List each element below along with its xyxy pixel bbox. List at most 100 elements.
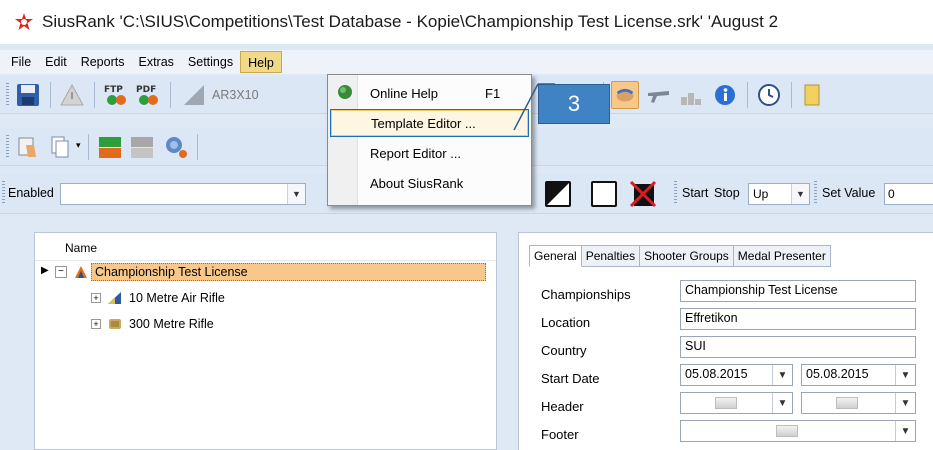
direction-value: Up bbox=[753, 187, 769, 201]
ar3x10-label: AR3X10 bbox=[212, 88, 259, 102]
chevron-down-icon[interactable]: ▼ bbox=[287, 184, 305, 204]
pdf-export-icon[interactable]: PDF bbox=[134, 81, 162, 109]
location-label: Location bbox=[541, 315, 591, 330]
window-title: SiusRank 'C:\SIUS\Competitions\Test Data… bbox=[42, 12, 779, 31]
callout-number: 3 bbox=[567, 91, 581, 116]
chevron-down-icon[interactable]: ▼ bbox=[895, 421, 915, 441]
tree-row-root[interactable]: − Championship Test License bbox=[55, 262, 486, 282]
tab-general[interactable]: General bbox=[529, 245, 582, 267]
menu-settings[interactable]: Settings bbox=[181, 51, 240, 73]
toolbar-grip[interactable] bbox=[814, 181, 817, 205]
tree-row-child[interactable]: + 300 Metre Rifle bbox=[91, 314, 214, 334]
toolbar-grip[interactable] bbox=[2, 181, 5, 205]
tree-column-header: Name bbox=[65, 241, 98, 255]
menu-help[interactable]: Help bbox=[240, 51, 282, 73]
menu-file[interactable]: File bbox=[4, 51, 38, 73]
details-tabs: General Penalties Shooter Groups Medal P… bbox=[529, 245, 831, 267]
globe-help-icon bbox=[338, 85, 352, 99]
shooters-gray-icon[interactable] bbox=[128, 133, 156, 161]
info-icon[interactable] bbox=[711, 81, 739, 109]
menu-bar: File Edit Reports Extras Settings Help bbox=[0, 50, 933, 74]
start-button[interactable]: Start bbox=[682, 186, 708, 200]
header-label: Header bbox=[541, 399, 584, 414]
copy-page-icon[interactable] bbox=[46, 133, 74, 161]
toolbar-separator bbox=[197, 134, 198, 160]
chevron-down-icon[interactable]: ▼ bbox=[791, 184, 809, 204]
tree-root-label[interactable]: Championship Test License bbox=[91, 263, 486, 281]
championships-value: Championship Test License bbox=[685, 283, 838, 297]
menu-reports[interactable]: Reports bbox=[74, 51, 132, 73]
stop-button[interactable]: Stop bbox=[714, 186, 740, 200]
chevron-down-icon[interactable]: ▼ bbox=[895, 365, 915, 385]
warning-icon[interactable] bbox=[58, 81, 86, 109]
search-target-icon[interactable] bbox=[162, 133, 190, 161]
enabled-combo[interactable]: ▼ bbox=[60, 183, 306, 205]
clock-icon[interactable] bbox=[755, 81, 783, 109]
svg-text:FTP: FTP bbox=[104, 85, 123, 95]
tree-child-label[interactable]: 10 Metre Air Rifle bbox=[129, 291, 225, 305]
shooters-group-icon[interactable] bbox=[96, 133, 124, 161]
air-rifle-icon bbox=[108, 292, 121, 304]
menu-item-report-editor[interactable]: Report Editor ... bbox=[330, 139, 529, 167]
toolbar-separator bbox=[791, 82, 792, 108]
expand-icon[interactable]: + bbox=[91, 319, 101, 329]
menu-edit[interactable]: Edit bbox=[38, 51, 74, 73]
half-square-icon[interactable] bbox=[545, 181, 571, 207]
championships-field[interactable]: Championship Test License bbox=[680, 280, 916, 302]
toolbar-grip[interactable] bbox=[6, 135, 9, 159]
country-label: Country bbox=[541, 343, 587, 358]
current-row-arrow-icon: ▶ bbox=[41, 265, 49, 276]
tree-child-label[interactable]: 300 Metre Rifle bbox=[129, 317, 214, 331]
championship-icon bbox=[75, 266, 87, 278]
handshake-icon[interactable] bbox=[611, 81, 639, 109]
notes-icon[interactable] bbox=[799, 81, 827, 109]
title-bar: SiusRank 'C:\SIUS\Competitions\Test Data… bbox=[0, 0, 933, 44]
toolbar-separator bbox=[747, 82, 748, 108]
set-value-input[interactable]: 0 bbox=[884, 183, 933, 205]
chevron-down-icon[interactable]: ▼ bbox=[772, 365, 792, 385]
country-field[interactable]: SUI bbox=[680, 336, 916, 358]
menu-item-about[interactable]: About SiusRank bbox=[330, 169, 529, 197]
toolbar-grip[interactable] bbox=[6, 83, 9, 107]
ranking-icon[interactable] bbox=[677, 81, 705, 109]
tab-shooter-groups[interactable]: Shooter Groups bbox=[640, 245, 734, 267]
footer-label: Footer bbox=[541, 427, 579, 442]
toolbar-separator bbox=[170, 82, 171, 108]
championships-label: Championships bbox=[541, 287, 631, 302]
white-square-icon[interactable] bbox=[591, 181, 617, 207]
tab-penalties[interactable]: Penalties bbox=[581, 245, 641, 267]
menu-extras[interactable]: Extras bbox=[131, 51, 180, 73]
toolbar-grip[interactable] bbox=[674, 181, 677, 205]
delete-square-icon[interactable] bbox=[628, 180, 658, 208]
expand-icon[interactable]: + bbox=[91, 293, 101, 303]
header-image-select[interactable]: ▼ bbox=[680, 392, 793, 414]
header-image-select-2[interactable]: ▼ bbox=[801, 392, 916, 414]
country-value: SUI bbox=[685, 339, 706, 353]
start-date-picker[interactable]: 05.08.2015 ▼ bbox=[680, 364, 793, 386]
chevron-down-icon[interactable]: ▼ bbox=[772, 393, 792, 413]
menu-item-label: About SiusRank bbox=[370, 175, 464, 191]
tree-panel: Name ▶ − Championship Test License + 10 … bbox=[34, 232, 497, 450]
chevron-down-icon[interactable]: ▼ bbox=[895, 393, 915, 413]
location-value: Effretikon bbox=[685, 311, 738, 325]
rifle-range-icon bbox=[109, 319, 121, 329]
toolbar-separator bbox=[94, 82, 95, 108]
save-icon[interactable] bbox=[14, 81, 42, 109]
svg-text:PDF: PDF bbox=[136, 85, 156, 95]
direction-select[interactable]: Up ▼ bbox=[748, 183, 810, 205]
tab-medal-presenter[interactable]: Medal Presenter bbox=[733, 245, 831, 267]
tree-row-child[interactable]: + 10 Metre Air Rifle bbox=[91, 288, 225, 308]
end-date-picker[interactable]: 05.08.2015 ▼ bbox=[801, 364, 916, 386]
rifle-icon[interactable] bbox=[645, 81, 673, 109]
details-panel: General Penalties Shooter Groups Medal P… bbox=[518, 232, 933, 450]
toolbar-separator bbox=[50, 82, 51, 108]
collapse-icon[interactable]: − bbox=[55, 266, 67, 278]
pointer-hand-icon[interactable] bbox=[14, 133, 42, 161]
image-placeholder-icon bbox=[776, 425, 798, 437]
target-disabled-icon bbox=[184, 85, 204, 105]
chevron-down-icon[interactable]: ▾ bbox=[76, 140, 81, 151]
location-field[interactable]: Effretikon bbox=[680, 308, 916, 330]
footer-image-select[interactable]: ▼ bbox=[680, 420, 916, 442]
ftp-upload-icon[interactable]: FTP bbox=[102, 81, 130, 109]
image-placeholder-icon bbox=[836, 397, 858, 409]
